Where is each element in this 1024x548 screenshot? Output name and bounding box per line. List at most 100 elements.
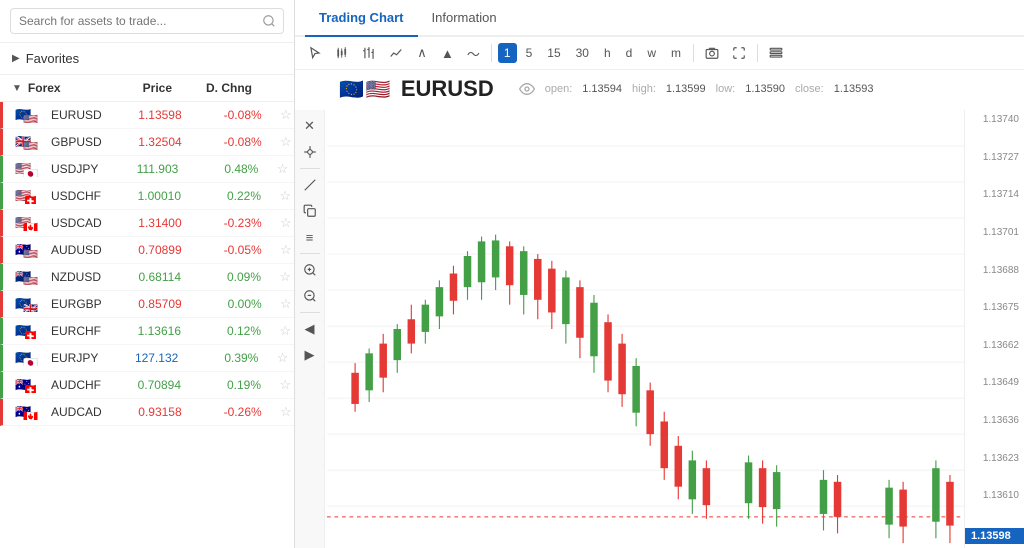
asset-row[interactable]: 🇳🇿 🇺🇸 NZDUSD 0.68114 0.09% ☆ xyxy=(0,264,294,291)
more-btn[interactable] xyxy=(764,41,788,65)
asset-favorite-star[interactable]: ☆ xyxy=(262,242,292,258)
candlestick-tool[interactable] xyxy=(330,41,354,65)
asset-price: 0.93158 xyxy=(102,405,182,419)
sep2 xyxy=(693,44,694,62)
asset-price: 0.70894 xyxy=(101,378,181,392)
left-sep2 xyxy=(300,253,320,254)
chart-arrow-left-btn[interactable]: ◀ xyxy=(298,317,322,341)
chart-svg-container xyxy=(327,110,964,548)
chart-zoom-out-btn[interactable] xyxy=(298,284,322,308)
asset-row[interactable]: 🇪🇺 🇨🇭 EURCHF 1.13616 0.12% ☆ xyxy=(0,318,294,345)
asset-change: 0.12% xyxy=(181,324,261,338)
asset-change: -0.08% xyxy=(182,108,262,122)
asset-favorite-star[interactable]: ☆ xyxy=(261,377,291,393)
asset-favorite-star[interactable]: ☆ xyxy=(261,269,291,285)
asset-favorite-star[interactable]: ☆ xyxy=(261,188,291,204)
left-panel: ▶ Favorites ▼ Forex Price D. Chng 🇪🇺 🇺🇸 … xyxy=(0,0,295,548)
chart-crosshair-btn[interactable] xyxy=(298,140,322,164)
favorites-row[interactable]: ▶ Favorites xyxy=(0,43,294,75)
asset-favorite-star[interactable]: ☆ xyxy=(262,404,292,420)
cursor-tool[interactable] xyxy=(303,41,327,65)
tf-d-btn[interactable]: d xyxy=(620,43,639,63)
asset-row[interactable]: 🇺🇸 🇨🇦 USDCAD 1.31400 -0.23% ☆ xyxy=(0,210,294,237)
low-val: 1.13590 xyxy=(745,83,785,95)
chart-line-btn[interactable] xyxy=(298,173,322,197)
search-wrap xyxy=(10,8,284,34)
tab-trading-chart[interactable]: Trading Chart xyxy=(305,0,418,37)
y-axis: 1.13740 1.13727 1.13714 1.13701 1.13688 … xyxy=(964,110,1024,548)
asset-change: 0.22% xyxy=(181,189,261,203)
tf-1-btn[interactable]: 1 xyxy=(498,43,517,63)
asset-symbol: GBPUSD xyxy=(51,135,102,149)
flag-icon: 🇦🇺 🇨🇦 xyxy=(15,404,43,420)
chart-header: 🇪🇺 🇺🇸 EURUSD open: 1.13594 high: 1.13599… xyxy=(327,70,1024,108)
y-label-10: 1.13610 xyxy=(965,490,1024,501)
asset-price: 1.13598 xyxy=(102,108,182,122)
flag-icon: 🇪🇺 🇨🇭 xyxy=(15,323,43,339)
asset-row[interactable]: 🇺🇸 🇨🇭 USDCHF 1.00010 0.22% ☆ xyxy=(0,183,294,210)
asset-name-cell: 🇺🇸 🇨🇦 USDCAD xyxy=(15,215,102,231)
tf-5-btn[interactable]: 5 xyxy=(520,43,539,63)
tf-m-btn[interactable]: m xyxy=(665,43,687,63)
search-input[interactable] xyxy=(10,8,284,34)
chart-copy-btn[interactable] xyxy=(298,199,322,223)
y-label-3: 1.13701 xyxy=(965,227,1024,238)
asset-row[interactable]: 🇪🇺 🇯🇵 EURJPY 127.132 0.39% ☆ xyxy=(0,345,294,372)
asset-favorite-star[interactable]: ☆ xyxy=(262,215,292,231)
asset-symbol: USDCHF xyxy=(51,189,101,203)
candlestick-chart xyxy=(327,110,964,548)
peak-tool[interactable]: ∧ xyxy=(411,41,433,65)
y-label-6: 1.13662 xyxy=(965,340,1024,351)
asset-row[interactable]: 🇦🇺 🇨🇦 AUDCAD 0.93158 -0.26% ☆ xyxy=(0,399,294,426)
asset-change: 0.00% xyxy=(182,297,262,311)
asset-favorite-star[interactable]: ☆ xyxy=(262,134,292,150)
forex-label: Forex xyxy=(28,81,61,95)
flag-icon: 🇳🇿 🇺🇸 xyxy=(15,269,43,285)
asset-name-cell: 🇪🇺 🇨🇭 EURCHF xyxy=(15,323,101,339)
chart-zoom-in-btn[interactable] xyxy=(298,258,322,282)
tf-15-btn[interactable]: 15 xyxy=(541,43,566,63)
flag-icon: 🇪🇺 🇬🇧 xyxy=(15,296,43,312)
asset-row[interactable]: 🇪🇺 🇺🇸 EURUSD 1.13598 -0.08% ☆ xyxy=(0,102,294,129)
bar-tool[interactable] xyxy=(357,41,381,65)
asset-row[interactable]: 🇪🇺 🇬🇧 EURGBP 0.85709 0.00% ☆ xyxy=(0,291,294,318)
fullscreen-btn[interactable] xyxy=(727,41,751,65)
asset-favorite-star[interactable]: ☆ xyxy=(258,161,288,177)
asset-row[interactable]: 🇦🇺 🇺🇸 AUDUSD 0.70899 -0.05% ☆ xyxy=(0,237,294,264)
screenshot-btn[interactable] xyxy=(700,41,724,65)
sep3 xyxy=(757,44,758,62)
line-tool[interactable] xyxy=(384,41,408,65)
asset-row[interactable]: 🇺🇸 🇯🇵 USDJPY 111.903 0.48% ☆ xyxy=(0,156,294,183)
tab-information[interactable]: Information xyxy=(418,0,511,37)
triangle-tool[interactable]: ▲ xyxy=(436,41,459,65)
chart-arrow-right-btn[interactable]: ▶ xyxy=(298,343,322,367)
asset-name-cell: 🇺🇸 🇨🇭 USDCHF xyxy=(15,188,101,204)
asset-favorite-star[interactable]: ☆ xyxy=(262,107,292,123)
asset-price: 0.85709 xyxy=(102,297,182,311)
tf-30-btn[interactable]: 30 xyxy=(570,43,595,63)
asset-row[interactable]: 🇦🇺 🇨🇭 AUDCHF 0.70894 0.19% ☆ xyxy=(0,372,294,399)
forex-arrow: ▼ xyxy=(12,83,22,94)
y-label-7: 1.13649 xyxy=(965,377,1024,388)
wave-tool[interactable]: 〜 xyxy=(462,41,485,65)
pair-flag-eu: 🇪🇺 xyxy=(339,77,364,102)
chart-close-btn[interactable]: ✕ xyxy=(298,114,322,138)
asset-symbol: EURUSD xyxy=(51,108,102,122)
asset-row[interactable]: 🇬🇧 🇺🇸 GBPUSD 1.32504 -0.08% ☆ xyxy=(0,129,294,156)
asset-favorite-star[interactable]: ☆ xyxy=(261,323,291,339)
chart-toolbar: ∧ ▲ 〜 1 5 15 30 h d w m xyxy=(295,37,1024,70)
sep1 xyxy=(491,44,492,62)
asset-symbol: AUDUSD xyxy=(51,243,102,257)
tf-w-btn[interactable]: w xyxy=(641,43,662,63)
y-label-4: 1.13688 xyxy=(965,265,1024,276)
tf-h-btn[interactable]: h xyxy=(598,43,617,63)
asset-favorite-star[interactable]: ☆ xyxy=(258,350,288,366)
asset-name-cell: 🇪🇺 🇯🇵 EURJPY xyxy=(15,350,98,366)
open-label: open: xyxy=(545,83,573,95)
asset-favorite-star[interactable]: ☆ xyxy=(262,296,292,312)
chart-menu-btn[interactable]: ≡ xyxy=(298,225,322,249)
asset-symbol: AUDCAD xyxy=(51,405,102,419)
asset-price: 0.68114 xyxy=(101,270,181,284)
asset-change: -0.26% xyxy=(182,405,262,419)
asset-change: 0.19% xyxy=(181,378,261,392)
